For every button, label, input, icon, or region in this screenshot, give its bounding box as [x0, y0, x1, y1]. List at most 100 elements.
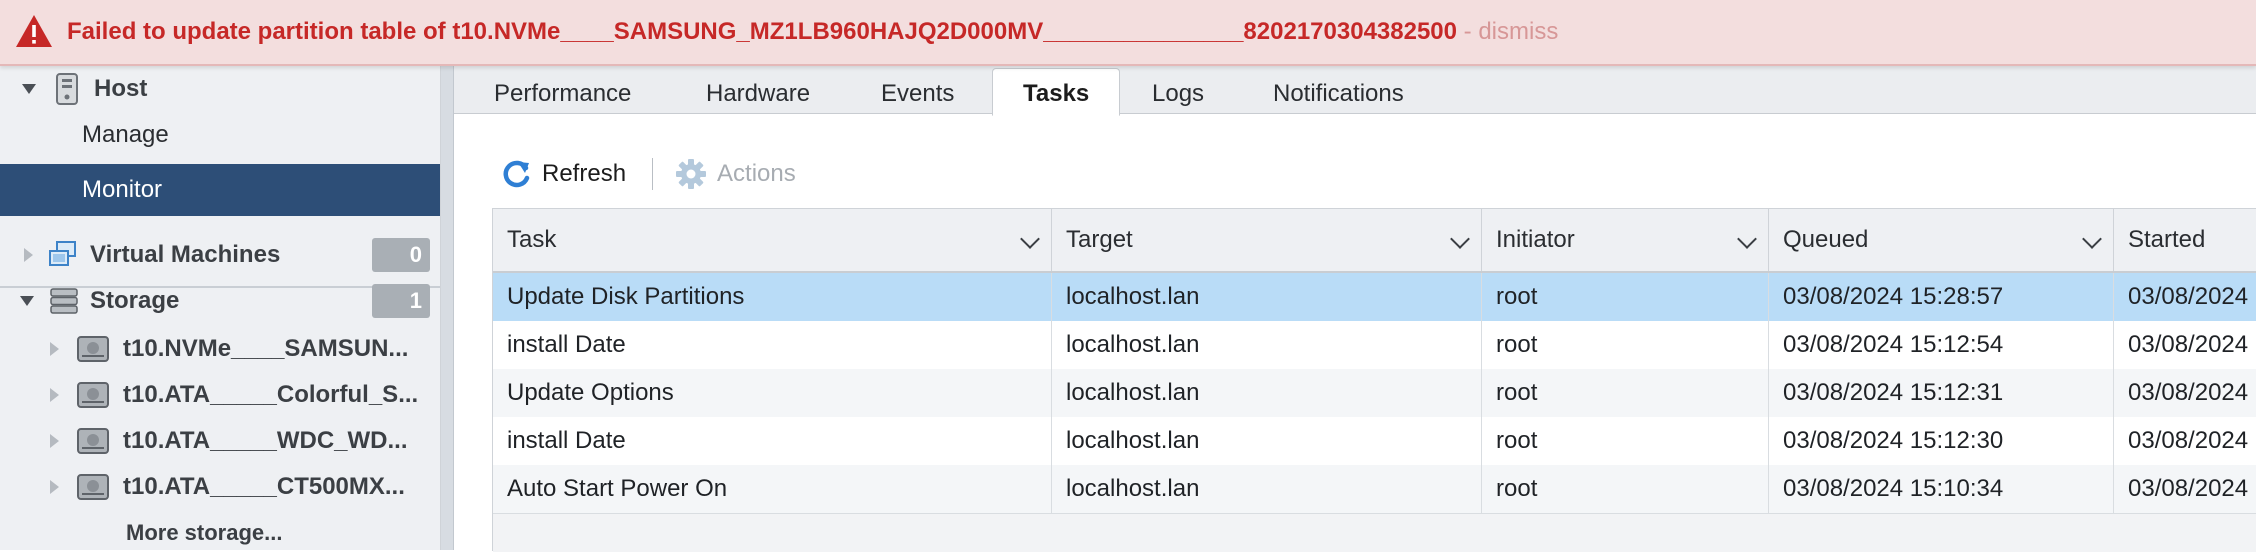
- target-cell: localhost.lan: [1052, 321, 1482, 369]
- actions-label: Actions: [717, 160, 796, 187]
- expand-caret-icon[interactable]: [24, 248, 33, 262]
- column-header-label: Initiator: [1496, 226, 1575, 253]
- task-cell: install Date: [493, 417, 1052, 465]
- started-cell: 03/08/2024: [2128, 331, 2249, 358]
- tab-events[interactable]: Events: [881, 66, 954, 114]
- column-header-queued[interactable]: Queued: [1769, 209, 2114, 271]
- warning-icon: [16, 15, 52, 47]
- table-row[interactable]: install Date localhost.lan root 03/08/20…: [493, 321, 2256, 369]
- initiator-cell: root: [1482, 369, 1769, 417]
- queued-cell: 03/08/2024 15:28:57: [1769, 273, 2114, 321]
- expand-caret-icon[interactable]: [50, 480, 59, 494]
- table-row[interactable]: Auto Start Power On localhost.lan root 0…: [493, 465, 2256, 513]
- queued-cell: 03/08/2024 15:10:34: [1769, 465, 2114, 513]
- sidebar-item-label: Host: [94, 75, 148, 102]
- tasks-table: Task Target Initiator Queued Started Upd…: [492, 208, 2256, 552]
- column-header-started[interactable]: Started: [2114, 209, 2256, 271]
- chevron-down-icon[interactable]: [1450, 229, 1470, 249]
- navigator-sidebar: Host Manage Monitor Virtual Machines 0 S…: [0, 66, 441, 550]
- table-row[interactable]: install Date localhost.lan root 03/08/20…: [493, 417, 2256, 465]
- table-empty-area: [493, 513, 2256, 552]
- started-cell: 03/08/2024: [2128, 283, 2249, 310]
- target-cell: localhost.lan: [1052, 273, 1482, 321]
- task-cell: Update Options: [493, 369, 1052, 417]
- storage-item[interactable]: t10.ATA_____CT500MX...: [0, 464, 440, 510]
- dismiss-link[interactable]: - dismiss: [1457, 18, 1559, 45]
- started-cell: 03/08/2024: [2128, 475, 2249, 502]
- disk-icon: [77, 428, 109, 454]
- disk-icon: [77, 474, 109, 500]
- sidebar-item-manage[interactable]: Manage: [0, 112, 440, 158]
- column-header-initiator[interactable]: Initiator: [1482, 209, 1769, 271]
- sidebar-resize-handle[interactable]: [441, 66, 454, 550]
- error-text: Failed to update partition table of t10.…: [67, 18, 1457, 45]
- expand-caret-icon[interactable]: [50, 434, 59, 448]
- tab-tasks[interactable]: Tasks: [992, 68, 1121, 116]
- more-storage-link[interactable]: More storage...: [126, 520, 282, 546]
- sidebar-item-label: Manage: [82, 121, 169, 148]
- sidebar-item-label: t10.ATA_____CT500MX...: [123, 473, 405, 500]
- server-icon: [56, 73, 78, 105]
- expand-caret-icon[interactable]: [50, 388, 59, 402]
- started-cell: 03/08/2024: [2128, 379, 2249, 406]
- column-header-label: Started: [2128, 226, 2206, 253]
- sidebar-item-label: Storage: [90, 287, 180, 314]
- toolbar-divider: [652, 158, 654, 190]
- expand-caret-icon[interactable]: [50, 342, 59, 356]
- refresh-icon: [503, 160, 530, 188]
- tab-logs[interactable]: Logs: [1152, 66, 1204, 114]
- sidebar-item-host[interactable]: Host: [0, 66, 440, 112]
- main-panel: Performance Hardware Events Tasks Logs N…: [454, 66, 2256, 552]
- task-cell: Auto Start Power On: [493, 465, 1052, 513]
- toolbar: Refresh Actions: [502, 152, 796, 196]
- error-banner: Failed to update partition table of t10.…: [0, 0, 2256, 66]
- tab-bar: Performance Hardware Events Tasks Logs N…: [454, 66, 2256, 116]
- collapse-caret-icon[interactable]: [22, 84, 36, 94]
- task-cell: Update Disk Partitions: [493, 273, 1052, 321]
- task-cell: install Date: [493, 321, 1052, 369]
- table-row[interactable]: Update Options localhost.lan root 03/08/…: [493, 369, 2256, 417]
- chevron-down-icon[interactable]: [1020, 229, 1040, 249]
- column-header-label: Target: [1066, 226, 1133, 253]
- refresh-label: Refresh: [542, 160, 627, 187]
- error-message: Failed to update partition table of t10.…: [67, 18, 1558, 46]
- column-header-label: Task: [507, 226, 557, 253]
- refresh-button[interactable]: Refresh: [502, 159, 626, 189]
- sidebar-item-label: Virtual Machines: [90, 241, 281, 268]
- tab-hardware[interactable]: Hardware: [706, 66, 810, 114]
- collapse-caret-icon[interactable]: [20, 296, 34, 306]
- tab-performance[interactable]: Performance: [494, 66, 631, 114]
- sidebar-item-label: t10.NVMe____SAMSUN...: [123, 335, 409, 362]
- tab-notifications[interactable]: Notifications: [1273, 66, 1404, 114]
- storage-item[interactable]: t10.NVMe____SAMSUN...: [0, 326, 440, 372]
- sidebar-item-label: Monitor: [82, 176, 163, 203]
- table-row[interactable]: Update Disk Partitions localhost.lan roo…: [493, 273, 2256, 321]
- table-header: Task Target Initiator Queued Started: [493, 209, 2256, 273]
- chevron-down-icon[interactable]: [1737, 229, 1757, 249]
- initiator-cell: root: [1482, 417, 1769, 465]
- vm-icon: [49, 241, 76, 266]
- column-header-task[interactable]: Task: [493, 209, 1052, 271]
- storage-count-badge: 1: [372, 284, 430, 318]
- sidebar-item-monitor[interactable]: Monitor: [0, 164, 440, 216]
- column-header-label: Queued: [1783, 226, 1869, 253]
- sidebar-item-storage[interactable]: Storage 1: [0, 278, 440, 324]
- disk-icon: [77, 336, 109, 362]
- sidebar-item-virtual-machines[interactable]: Virtual Machines 0: [0, 232, 440, 278]
- storage-item[interactable]: t10.ATA_____Colorful_S...: [0, 372, 440, 418]
- vm-count-badge: 0: [372, 238, 430, 272]
- gear-icon: [676, 159, 707, 189]
- actions-button[interactable]: Actions: [675, 158, 796, 190]
- sidebar-item-label: t10.ATA_____Colorful_S...: [123, 381, 419, 408]
- target-cell: localhost.lan: [1052, 369, 1482, 417]
- initiator-cell: root: [1482, 273, 1769, 321]
- queued-cell: 03/08/2024 15:12:31: [1769, 369, 2114, 417]
- chevron-down-icon[interactable]: [2082, 229, 2102, 249]
- target-cell: localhost.lan: [1052, 417, 1482, 465]
- column-header-target[interactable]: Target: [1052, 209, 1482, 271]
- disk-icon: [77, 382, 109, 408]
- initiator-cell: root: [1482, 321, 1769, 369]
- storage-item[interactable]: t10.ATA_____WDC_WD...: [0, 418, 440, 464]
- queued-cell: 03/08/2024 15:12:54: [1769, 321, 2114, 369]
- storage-icon: [50, 288, 78, 314]
